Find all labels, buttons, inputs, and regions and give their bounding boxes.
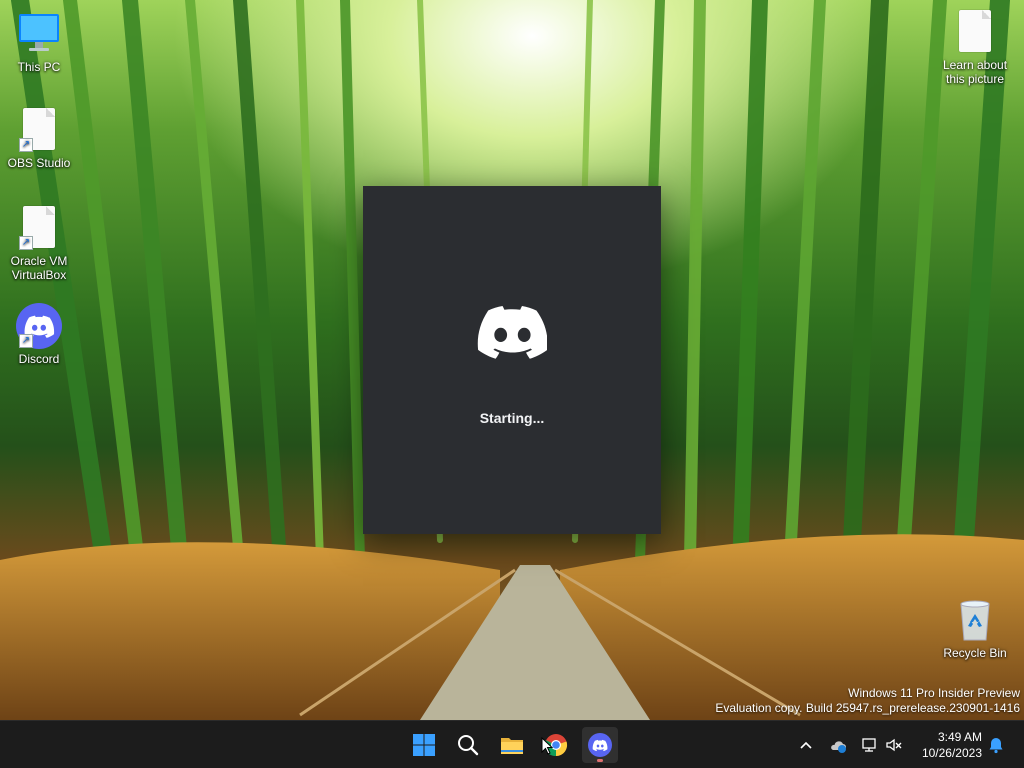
shortcut-arrow-icon: ↗ xyxy=(19,334,33,348)
running-indicator xyxy=(597,759,603,762)
document-icon: ↗ xyxy=(15,204,63,252)
start-button[interactable] xyxy=(406,727,442,763)
document-icon xyxy=(951,8,999,56)
taskbar: 3:49 AM 10/26/2023 xyxy=(0,720,1024,768)
document-icon: ↗ xyxy=(15,106,63,154)
clock-date: 10/26/2023 xyxy=(921,746,982,760)
watermark-edition: Windows 11 Pro Insider Preview xyxy=(848,686,1020,700)
monitor-icon xyxy=(15,10,63,58)
onedrive-icon[interactable] xyxy=(828,735,848,755)
desktop-icon-label: Learn about this picture xyxy=(942,58,1008,86)
search-icon xyxy=(458,735,479,756)
discord-taskbar-button[interactable] xyxy=(582,727,618,763)
desktop-icon-recycle-bin[interactable]: Recycle Bin xyxy=(936,596,1014,660)
shortcut-arrow-icon: ↗ xyxy=(19,138,33,152)
notification-bell-icon[interactable] xyxy=(986,735,1006,755)
watermark-build: Evaluation copy. Build 25947.rs_prerelea… xyxy=(715,701,1020,715)
network-icon[interactable] xyxy=(860,735,880,755)
desktop-icon-discord[interactable]: ↗ Discord xyxy=(0,302,78,366)
folder-icon xyxy=(501,738,523,754)
desktop-icon-this-pc[interactable]: This PC xyxy=(0,10,78,74)
mouse-cursor-icon xyxy=(541,737,553,755)
shortcut-arrow-icon: ↗ xyxy=(19,236,33,250)
desktop-icon-label: Oracle VM VirtualBox xyxy=(10,254,68,282)
discord-logo-icon xyxy=(477,306,547,359)
desktop-icon-label: Recycle Bin xyxy=(943,646,1007,660)
discord-splash-window: Starting... xyxy=(363,186,661,534)
splash-status-text: Starting... xyxy=(479,410,545,426)
desktop-icon-obs-studio[interactable]: ↗ OBS Studio xyxy=(0,106,78,170)
discord-icon xyxy=(588,733,612,757)
desktop-icon-label: Discord xyxy=(18,352,60,366)
recycle-bin-icon xyxy=(951,596,999,644)
windows-watermark: Windows 11 Pro Insider Preview Evaluatio… xyxy=(715,686,1020,716)
desktop-icon-label: OBS Studio xyxy=(7,156,71,170)
desktop-icon-label: This PC xyxy=(17,60,61,74)
desktop-icon-learn-about-picture[interactable]: Learn about this picture xyxy=(936,8,1014,86)
chevron-up-icon[interactable] xyxy=(796,735,816,755)
file-explorer-button[interactable] xyxy=(494,727,530,763)
discord-icon: ↗ xyxy=(15,302,63,350)
clock-time: 3:49 AM xyxy=(937,730,982,744)
search-button[interactable] xyxy=(450,727,486,763)
taskbar-clock[interactable]: 3:49 AM 10/26/2023 xyxy=(922,729,982,761)
volume-muted-icon[interactable] xyxy=(884,735,904,755)
desktop-icon-virtualbox[interactable]: ↗ Oracle VM VirtualBox xyxy=(0,204,78,282)
windows-logo-icon xyxy=(413,734,435,756)
